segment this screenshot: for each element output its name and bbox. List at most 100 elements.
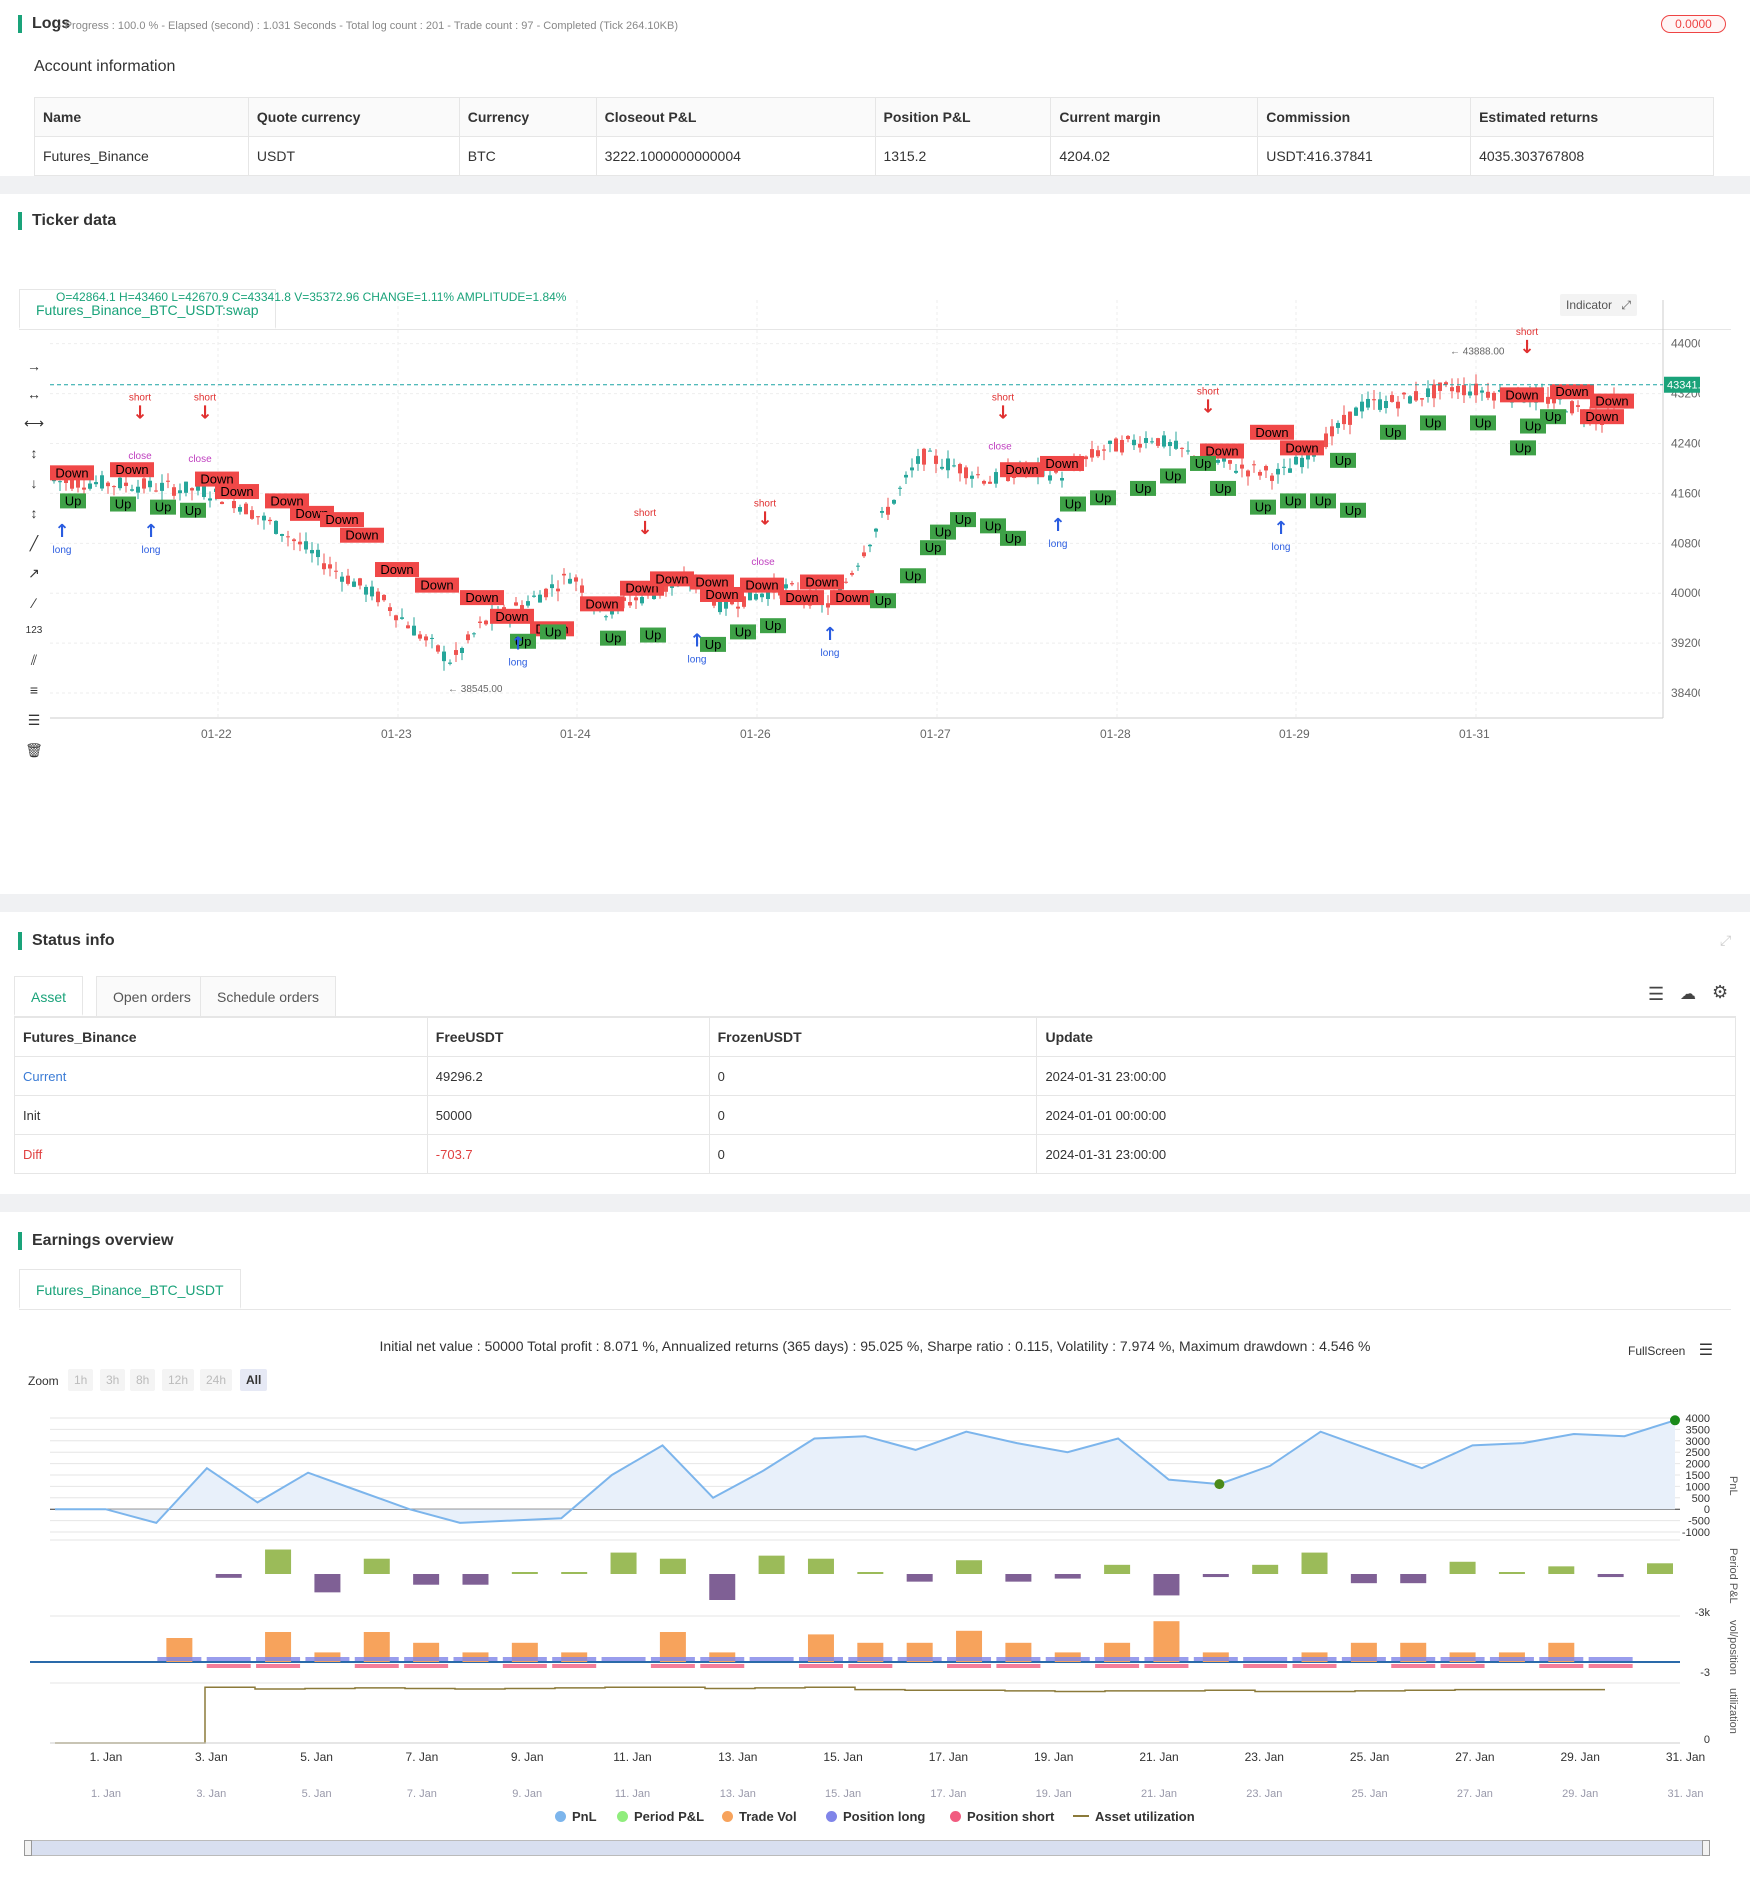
asset-cell: 49296.2	[426, 1056, 710, 1096]
candle-body	[286, 536, 290, 538]
position-short-bar	[206, 1664, 251, 1668]
period-pnl-bar	[413, 1574, 440, 1585]
zoom-12h-button[interactable]: 12h	[162, 1369, 195, 1391]
position-long-bar	[157, 1657, 202, 1661]
pnl-axis-label: -1000	[1682, 1527, 1710, 1539]
cloud-download-icon[interactable]: ☁	[1680, 984, 1696, 1004]
down-signal-label: Down	[380, 562, 413, 577]
legend-asset-utilization[interactable]: Asset utilization	[1073, 1809, 1195, 1824]
candle-body	[460, 647, 464, 654]
legend-marker	[555, 1811, 566, 1822]
position-short-bar	[650, 1664, 695, 1668]
candle-body	[106, 482, 110, 487]
candle-body	[1288, 468, 1292, 473]
account-table: Name Quote currency Currency Closeout P&L Po…	[34, 97, 1714, 176]
candle-body	[868, 544, 872, 547]
asset-row-label[interactable]: Current	[14, 1056, 428, 1096]
zoom-24h-button[interactable]: 24h	[200, 1369, 233, 1391]
candle-body	[760, 593, 764, 598]
candle-body	[238, 506, 242, 512]
navigator-right-handle[interactable]	[1702, 1840, 1710, 1856]
ticker-title: Ticker data	[18, 212, 116, 230]
date-axis-label: 01-27	[920, 727, 951, 741]
legend-trade-vol[interactable]: Trade Vol	[722, 1809, 797, 1824]
asset-cell: 2024-01-31 23:00:00	[1036, 1056, 1736, 1096]
tab-open-orders[interactable]: Open orders	[96, 976, 208, 1016]
short-arrow-icon: ↓	[1519, 337, 1534, 358]
candle-body	[928, 450, 932, 452]
candle-body	[1300, 457, 1304, 468]
candle-body	[1228, 460, 1232, 464]
navigator-x-label: 1. Jan	[91, 1788, 121, 1800]
down-signal-label: Down	[420, 578, 453, 593]
vol-axis-title: vol/position	[1727, 1620, 1739, 1675]
candle-body	[556, 588, 560, 592]
candle-body	[376, 591, 380, 603]
zoom-3h-button[interactable]: 3h	[100, 1369, 126, 1391]
candle-body	[1456, 385, 1460, 393]
up-signal-label: Up	[1525, 419, 1542, 434]
tab-schedule-orders[interactable]: Schedule orders	[200, 976, 336, 1016]
pnl-axis-label: 0	[1704, 1504, 1710, 1516]
zoom-1h-button[interactable]: 1h	[68, 1369, 94, 1391]
period-axis-label: -3k	[1695, 1607, 1711, 1619]
position-short-bar	[996, 1664, 1041, 1668]
earnings-summary: Initial net value : 50000 Total profit :…	[379, 1338, 1371, 1354]
candle-body	[1108, 440, 1112, 444]
short-arrow-icon: ↓	[132, 403, 147, 424]
period-pnl-bar	[1498, 1572, 1525, 1574]
legend-marker	[826, 1811, 837, 1822]
candle-body	[100, 475, 104, 489]
position-long-bar	[848, 1657, 893, 1661]
position-short-bar	[1243, 1664, 1288, 1668]
navigator-bar[interactable]	[24, 1840, 1710, 1856]
candle-body	[1114, 438, 1118, 452]
candle-body	[352, 581, 356, 587]
close-label: close	[751, 557, 775, 568]
tab-earnings-symbol[interactable]: Futures_Binance_BTC_USDT	[19, 1269, 241, 1309]
account-cell: Futures_Binance	[34, 136, 249, 176]
candle-body	[130, 489, 134, 491]
account-cell: 4204.02	[1050, 136, 1259, 176]
util-line	[55, 1686, 1605, 1744]
candle-body	[1090, 449, 1094, 458]
up-signal-label: Up	[645, 628, 662, 643]
asset-cell: 2024-01-01 00:00:00	[1036, 1095, 1736, 1135]
fullscreen-button[interactable]: FullScreen ☰	[1628, 1340, 1713, 1360]
period-pnl-bar	[215, 1574, 242, 1578]
long-label: long	[1272, 542, 1291, 553]
menu-icon[interactable]: ☰	[1699, 1342, 1713, 1359]
candle-body	[634, 597, 638, 601]
down-signal-label: Down	[1045, 456, 1078, 471]
down-signal-label: Down	[345, 528, 378, 543]
legend-pnl[interactable]: PnL	[555, 1809, 597, 1824]
legend-period-p-l[interactable]: Period P&L	[617, 1809, 704, 1824]
collapse-icon[interactable]: ⤢	[1720, 932, 1731, 949]
asset-cell: 2024-01-31 23:00:00	[1036, 1134, 1736, 1174]
candle-body	[1132, 439, 1136, 446]
up-signal-label: Up	[1135, 481, 1152, 496]
up-signal-label: Up	[65, 493, 82, 508]
candle-body	[886, 506, 890, 515]
candle-body	[1060, 477, 1064, 481]
zoom-8h-button[interactable]: 8h	[130, 1369, 156, 1391]
account-col-header: Quote currency	[247, 97, 460, 137]
candle-body	[1432, 384, 1436, 399]
candle-body	[220, 501, 224, 505]
legend-position-short[interactable]: Position short	[950, 1809, 1054, 1824]
earnings-x-axis-label: 3. Jan	[195, 1750, 228, 1764]
candle-body	[340, 576, 344, 582]
candle-body	[1570, 401, 1574, 414]
zoom-All-button[interactable]: All	[240, 1369, 268, 1391]
up-signal-label: Up	[1255, 500, 1272, 515]
legend-position-long[interactable]: Position long	[826, 1809, 925, 1824]
list-icon[interactable]: ☰	[1648, 984, 1664, 1005]
candle-body	[1276, 468, 1280, 475]
navigator-x-label: 29. Jan	[1562, 1788, 1598, 1800]
candle-body	[142, 478, 146, 489]
candle-body	[472, 633, 476, 635]
legend-label: Trade Vol	[739, 1809, 797, 1824]
gear-icon[interactable]: ⚙	[1712, 982, 1728, 1003]
tab-asset[interactable]: Asset	[14, 976, 84, 1016]
navigator-left-handle[interactable]	[24, 1840, 32, 1856]
